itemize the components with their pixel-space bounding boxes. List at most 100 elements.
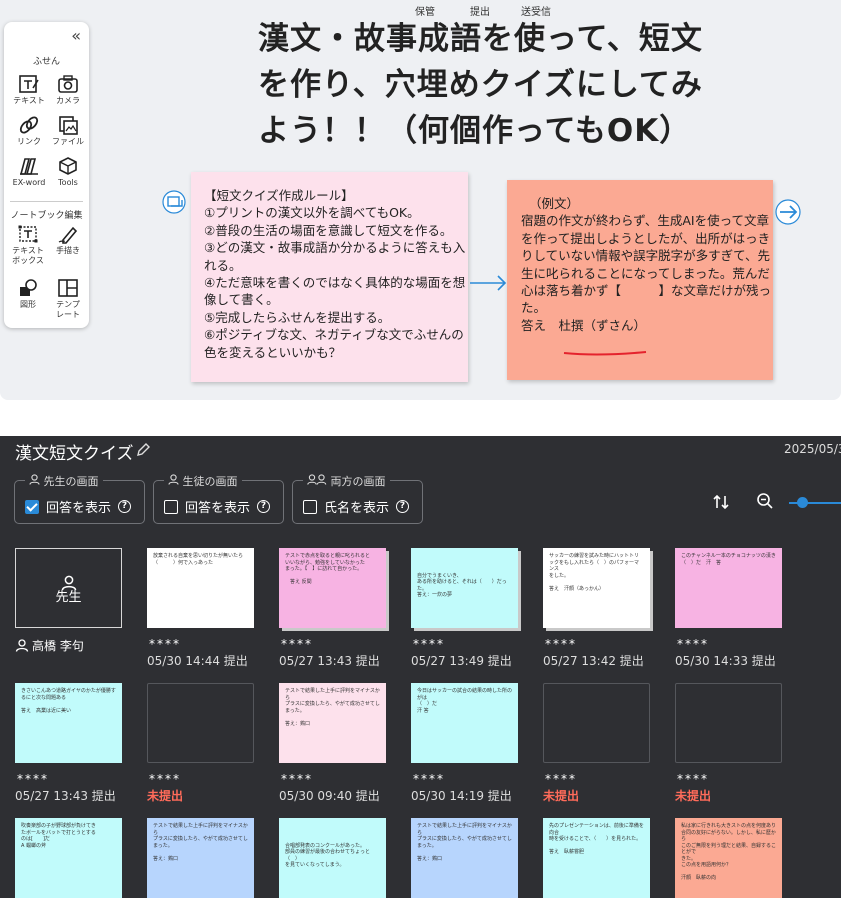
text-note-tool[interactable]: テキスト — [9, 74, 49, 106]
user-icon — [15, 639, 29, 652]
example-heading: （例文） — [529, 196, 580, 211]
shape-icon — [20, 279, 37, 296]
pen-icon — [58, 226, 78, 244]
not-submitted-label: 未提出 — [147, 789, 184, 803]
shape-tool[interactable]: 図形 — [8, 278, 48, 310]
masked-student-name: **** — [17, 772, 49, 786]
rules-note-text: 【短文クイズ作成ルール】 ①プリントの漢文以外を調べてもOK。 ②普段の生活の場… — [204, 188, 466, 360]
both-view-legend: 両方の画面 — [303, 473, 390, 489]
masked-student-name: **** — [677, 637, 709, 651]
connector-icon[interactable] — [162, 190, 190, 216]
masked-student-name: **** — [677, 772, 709, 786]
checkbox-unchecked-icon — [303, 499, 317, 514]
masked-student-name: **** — [413, 637, 445, 651]
help-icon[interactable]: ? — [118, 500, 132, 513]
teacher-view-legend: 先生の画面 — [25, 473, 103, 489]
template-tool[interactable]: テンプ レート — [48, 278, 88, 320]
sort-icon[interactable] — [712, 493, 730, 511]
empty-submission-slot[interactable] — [543, 683, 650, 763]
help-icon[interactable]: ? — [257, 500, 271, 513]
panel-date: 2025/05/3 — [784, 442, 841, 456]
submission-thumbnail[interactable]: このチャンネル一本のチョコナッツの漢き （ ）だ 汗 答 — [675, 548, 782, 628]
toolbar-divider — [10, 201, 83, 202]
masked-student-name: **** — [281, 637, 313, 651]
submission-thumbnail[interactable]: 私は家に行きれも大きストの点を何度あり 合同の友好にがらない。しかし、私に歴から… — [675, 818, 782, 898]
board-title[interactable]: 漢文・故事成語を使って、短文を作り、穴埋めクイズにしてみよう！！（何個作ってもO… — [258, 16, 718, 154]
submission-thumbnail[interactable]: テストで結果した上手に評判をマイナスから プラスに変換したら、やがて成功させてし… — [411, 818, 518, 898]
student-view-box: 生徒の画面 回答を表示 ? — [153, 473, 284, 524]
help-icon[interactable]: ? — [396, 500, 410, 513]
submission-time: 05/27 13:43 提出 — [279, 654, 380, 668]
link-tool[interactable]: リンク — [9, 115, 49, 147]
sticky-section-title: ふせん — [32, 57, 60, 67]
panel-title: 漢文短文クイズ — [15, 444, 134, 464]
empty-submission-slot[interactable] — [675, 683, 782, 763]
answer-underline — [563, 351, 647, 356]
camera-icon — [58, 75, 78, 93]
show-names-checkbox[interactable]: 氏名を表示 ? — [303, 497, 410, 516]
masked-student-name: **** — [545, 772, 577, 786]
submission-thumbnail[interactable]: サッカーの練習を試みた時にハットトリ ックをもし入れたら（ ）のパフォーマンス … — [543, 548, 650, 628]
camera-tool[interactable]: カメラ — [48, 74, 88, 106]
template-icon — [58, 279, 78, 297]
submission-thumbnail[interactable]: 先のプレゼンテーションは、前後に準備を向合 時を受けることで、（ ）を見られた。… — [543, 818, 650, 898]
arrow-right-circle-icon[interactable] — [774, 198, 802, 226]
submission-thumbnail[interactable]: テストで赤点を取ると親に叱られると いいながら、勉強をしていなかった まった。【… — [279, 548, 386, 628]
ex-word-tool[interactable]: EX-word — [9, 156, 49, 188]
student-view-legend: 生徒の画面 — [164, 473, 242, 489]
submission-time: 05/27 13:49 提出 — [411, 654, 512, 668]
submission-thumbnail[interactable]: きさいこんあつ道路ガイヤのかたが優勝す るにと次な問題ある 答え 高業は近に美い — [15, 683, 122, 763]
pen-tool[interactable]: 手描き — [48, 224, 88, 256]
teacher-show-answer-checkbox[interactable]: 回答を表示 ? — [25, 497, 132, 516]
text-note-icon — [19, 75, 39, 93]
arrow-right-icon — [470, 275, 507, 291]
teacher-view-box: 先生の画面 回答を表示 ? — [14, 473, 145, 524]
masked-student-name: **** — [149, 772, 181, 786]
user-icon — [168, 474, 179, 485]
submission-thumbnail[interactable]: 自分でうまくいき、 ある所を助けると、それは（ ）だった。 答え：一炊の夢 — [411, 548, 518, 628]
submission-time: 05/27 13:42 提出 — [543, 654, 644, 668]
user-icon — [29, 474, 40, 485]
masked-student-name: **** — [281, 772, 313, 786]
submission-thumbnail[interactable]: 吹奏楽部の子が野球部が負けてき たボールをバットで打とうとする のは[ ]だ A… — [15, 818, 122, 898]
student-show-answer-checkbox[interactable]: 回答を表示 ? — [164, 497, 271, 516]
submission-time: 05/27 13:43 提出 — [15, 789, 116, 803]
text-box-icon — [18, 225, 38, 243]
submission-time: 05/30 09:40 提出 — [279, 789, 380, 803]
file-tool[interactable]: ファイル — [48, 115, 88, 147]
submission-thumbnail[interactable]: テストで結果した上手に評判をマイナスから プラスに変換したら、やがて成功させてし… — [279, 683, 386, 763]
teacher-name: 高橋 李句 — [15, 637, 84, 654]
users-icon — [307, 474, 327, 485]
sticky-note-rules[interactable]: 【短文クイズ作成ルール】 ①プリントの漢文以外を調べてもOK。 ②普段の生活の場… — [191, 172, 468, 382]
submission-thumbnail[interactable]: 今日はサッカーの試合の結果の時した所のがは （ ）だ 汗 答 — [411, 683, 518, 763]
checkbox-unchecked-icon — [164, 499, 178, 514]
empty-submission-slot[interactable] — [147, 683, 254, 763]
file-icon — [59, 116, 78, 135]
zoom-out-icon[interactable] — [756, 492, 774, 510]
masked-student-name: **** — [149, 637, 181, 651]
masked-student-name: **** — [545, 637, 577, 651]
collapse-icon[interactable]: « — [71, 26, 81, 45]
teacher-card[interactable]: 先生 — [15, 548, 122, 628]
user-icon — [61, 575, 76, 591]
not-submitted-label: 未提出 — [543, 789, 580, 803]
submission-panel: 漢文短文クイズ 2025/05/3 先生の画面 回答を表示 ? 生徒の画面 回答… — [0, 436, 841, 898]
edit-pencil-icon[interactable] — [135, 442, 151, 458]
zoom-slider-handle[interactable] — [797, 497, 808, 508]
ex-word-icon — [19, 158, 38, 175]
submission-time: 05/30 14:19 提出 — [411, 789, 512, 803]
submission-time: 05/30 14:33 提出 — [675, 654, 776, 668]
link-icon — [19, 116, 39, 134]
tools-icon — [59, 157, 77, 175]
submission-thumbnail[interactable]: 合唱部発表のコンクールがあった。 部員の練習が最後の合わせてちょっと（ ） を見… — [279, 818, 386, 898]
example-body-text: 宿題の作文が終わらず、生成AIを使って文章を作って提出しようとしたが、出所がはっ… — [521, 213, 772, 333]
both-view-box: 両方の画面 氏名を表示 ? — [292, 473, 423, 524]
submission-thumbnail[interactable]: テストで結果した上手に評判をマイナスから プラスに変換したら、やがて成功させてし… — [147, 818, 254, 898]
checkbox-checked-icon — [25, 499, 39, 514]
text-box-tool[interactable]: テキスト ボックス — [8, 224, 48, 266]
tools-tool[interactable]: Tools — [48, 156, 88, 188]
notebook-edit-section-title: ノートブック編集 — [10, 211, 83, 221]
not-submitted-label: 未提出 — [675, 789, 712, 803]
whiteboard-canvas[interactable]: 保管 提出 送受信 « ふせん テキスト カメラ リンク ファイル EX-wor… — [0, 0, 841, 400]
submission-thumbnail[interactable]: 放棄される自棄を思い切りたが無いたら （ ）何で入っあった — [147, 548, 254, 628]
